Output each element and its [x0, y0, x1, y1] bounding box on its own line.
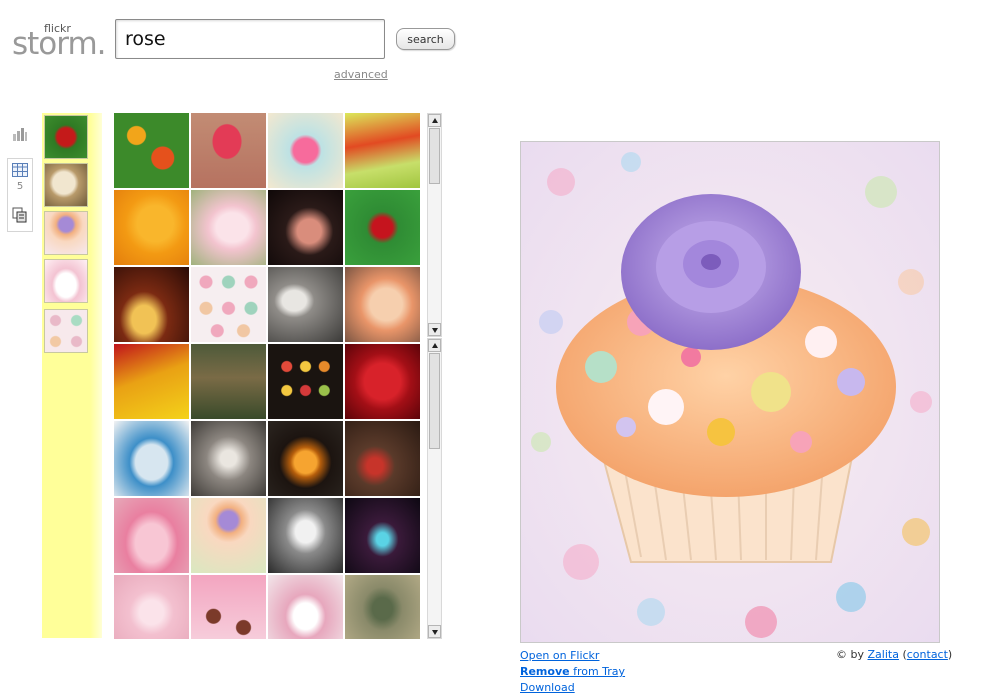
result-thumb[interactable]	[191, 498, 266, 573]
contact-link[interactable]: contact	[907, 648, 948, 661]
bar-graph-icon[interactable]	[12, 126, 28, 142]
scroll-thumb[interactable]	[429, 128, 440, 184]
result-thumb[interactable]	[268, 575, 343, 639]
remove-bold-label: Remove	[520, 665, 570, 678]
tray-controls: 5	[7, 158, 33, 232]
tray-thumb[interactable]	[44, 115, 88, 159]
scroll-down-button[interactable]	[428, 323, 441, 336]
result-thumb[interactable]	[345, 190, 420, 265]
result-thumb[interactable]	[114, 421, 189, 496]
result-thumb[interactable]	[268, 190, 343, 265]
scroll-up-button[interactable]	[428, 339, 441, 352]
author-link[interactable]: Zalita	[868, 648, 899, 661]
logo-storm-text: storm.	[12, 26, 107, 62]
result-thumb[interactable]	[268, 498, 343, 573]
grid-view-icon[interactable]	[12, 163, 28, 177]
result-thumb[interactable]	[114, 498, 189, 573]
tray-thumb[interactable]	[44, 211, 88, 255]
result-thumb[interactable]	[114, 344, 189, 419]
result-thumb[interactable]	[191, 344, 266, 419]
tray-count: 5	[16, 181, 24, 192]
scroll-down-button[interactable]	[428, 625, 441, 638]
flickr-storm-logo: flickr storm.	[12, 22, 107, 62]
search-input[interactable]	[115, 19, 385, 59]
result-thumb[interactable]	[114, 190, 189, 265]
photo-tray	[42, 113, 102, 638]
result-thumb[interactable]	[191, 575, 266, 639]
scroll-up-button[interactable]	[428, 114, 441, 127]
result-thumb[interactable]	[191, 267, 266, 342]
photo-credit: © by Zalita (contact)	[836, 648, 953, 661]
download-link[interactable]: Download	[520, 680, 625, 696]
result-thumb[interactable]	[191, 190, 266, 265]
preview-actions: Open on Flickr Remove from Tray Download	[520, 648, 625, 696]
cupcake-photo	[521, 142, 939, 642]
search-results-grid	[114, 113, 422, 639]
result-thumb[interactable]	[268, 267, 343, 342]
tray-thumb[interactable]	[44, 259, 88, 303]
scroll-thumb[interactable]	[429, 353, 440, 449]
credit-prefix: © by	[836, 648, 864, 661]
tray-thumb[interactable]	[44, 309, 88, 353]
advanced-search-link[interactable]: advanced	[334, 68, 388, 81]
remove-rest-label: from Tray	[569, 665, 626, 678]
result-thumb[interactable]	[114, 575, 189, 639]
result-thumb[interactable]	[268, 113, 343, 188]
result-thumb[interactable]	[345, 267, 420, 342]
result-thumb[interactable]	[345, 498, 420, 573]
photo-preview[interactable]	[520, 141, 940, 643]
result-thumb[interactable]	[268, 421, 343, 496]
open-on-flickr-link[interactable]: Open on Flickr	[520, 648, 625, 664]
result-thumb[interactable]	[191, 113, 266, 188]
remove-from-tray-link[interactable]: Remove from Tray	[520, 664, 625, 680]
result-thumb[interactable]	[345, 575, 420, 639]
search-button[interactable]: search	[396, 28, 455, 50]
result-thumb[interactable]	[345, 344, 420, 419]
result-thumb[interactable]	[114, 267, 189, 342]
result-thumb[interactable]	[345, 113, 420, 188]
result-thumb[interactable]	[345, 421, 420, 496]
result-thumb[interactable]	[114, 113, 189, 188]
results-scrollbar-bottom[interactable]	[427, 338, 442, 639]
result-thumb[interactable]	[191, 421, 266, 496]
results-scrollbar-top[interactable]	[427, 113, 442, 337]
result-thumb[interactable]	[268, 344, 343, 419]
copy-icon[interactable]	[12, 207, 28, 223]
tray-thumb[interactable]	[44, 163, 88, 207]
